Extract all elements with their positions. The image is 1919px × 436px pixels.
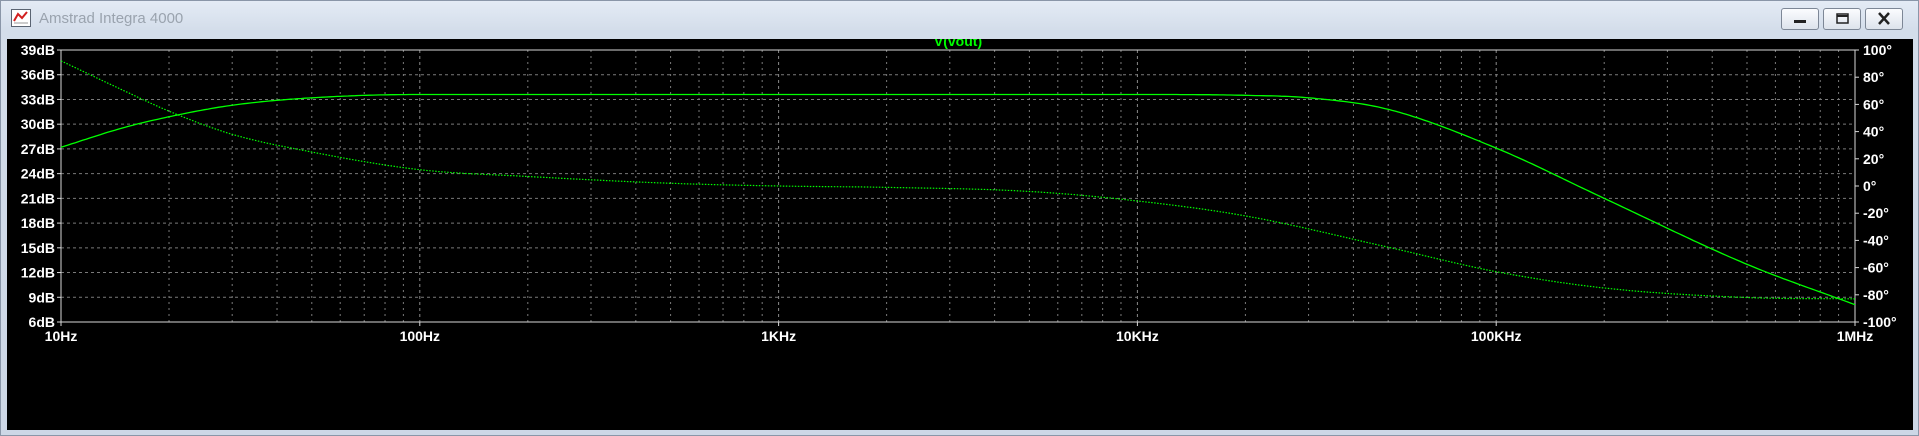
maximize-button[interactable] <box>1823 8 1861 30</box>
y-left-tick-label: 18dB <box>21 215 55 231</box>
y-left-tick-label: 24dB <box>21 166 55 182</box>
x-tick-label: 1MHz <box>1837 328 1874 344</box>
restore-icon <box>1836 13 1849 24</box>
y-right-tick-label: 40° <box>1863 124 1884 140</box>
x-tick-label: 10KHz <box>1116 328 1159 344</box>
y-axis-left-labels: 39dB 36dB 33dB 30dB 27dB 24dB 21dB 18dB 15dB 12dB… <box>21 42 61 330</box>
plot-area[interactable]: V(vout) 39dB 36dB 33dB 30dB 27dB 24dB 21dB 18dB… <box>7 39 1913 430</box>
window-title: Amstrad Integra 4000 <box>39 10 184 27</box>
x-tick-label: 1KHz <box>761 328 796 344</box>
grid-lines <box>61 50 1855 322</box>
x-axis-labels: 10Hz 100Hz 1KHz 10KHz 100KHz 1MHz <box>45 322 1874 344</box>
y-right-tick-label: 0° <box>1863 178 1876 194</box>
y-right-tick-label: 100° <box>1863 42 1892 58</box>
y-right-tick-label: -60° <box>1863 260 1889 276</box>
chart-title: V(vout) <box>934 39 982 49</box>
y-left-tick-label: 30dB <box>21 116 55 132</box>
plot-border <box>60 49 1856 323</box>
magnitude-trace <box>60 93 1856 306</box>
y-right-tick-label: -40° <box>1863 232 1889 248</box>
waveform-app-icon <box>11 9 31 27</box>
x-tick-label: 10Hz <box>45 328 78 344</box>
y-left-tick-label: 33dB <box>21 91 55 107</box>
y-left-tick-label: 21dB <box>21 190 55 206</box>
x-tick-label: 100Hz <box>400 328 440 344</box>
y-left-tick-label: 36dB <box>21 67 55 83</box>
minimize-button[interactable] <box>1781 8 1819 30</box>
y-left-tick-label: 12dB <box>21 265 55 281</box>
waveform-window: Amstrad Integra 4000 V(vout) 39dB 36dB 33d… <box>0 0 1919 436</box>
close-icon <box>1878 12 1890 25</box>
minimize-icon <box>1794 20 1806 23</box>
bode-chart[interactable]: V(vout) 39dB 36dB 33dB 30dB 27dB 24dB 21dB 18dB… <box>7 39 1913 430</box>
y-left-tick-label: 15dB <box>21 240 55 256</box>
y-right-tick-label: 60° <box>1863 96 1884 112</box>
x-tick-label: 100KHz <box>1471 328 1522 344</box>
y-right-tick-label: 20° <box>1863 151 1884 167</box>
y-left-tick-label: 39dB <box>21 42 55 58</box>
close-button[interactable] <box>1865 8 1903 30</box>
y-right-tick-label: 80° <box>1863 69 1884 85</box>
y-left-tick-label: 9dB <box>29 289 55 305</box>
series-layer <box>60 60 1856 306</box>
y-right-tick-label: -80° <box>1863 287 1889 303</box>
y-left-tick-label: 27dB <box>21 141 55 157</box>
y-axis-right-labels: 100°80°60°40°20°0°-20°-40°-60°-80°-100° <box>1855 42 1897 330</box>
title-bar[interactable]: Amstrad Integra 4000 <box>1 1 1918 35</box>
y-right-tick-label: -20° <box>1863 205 1889 221</box>
